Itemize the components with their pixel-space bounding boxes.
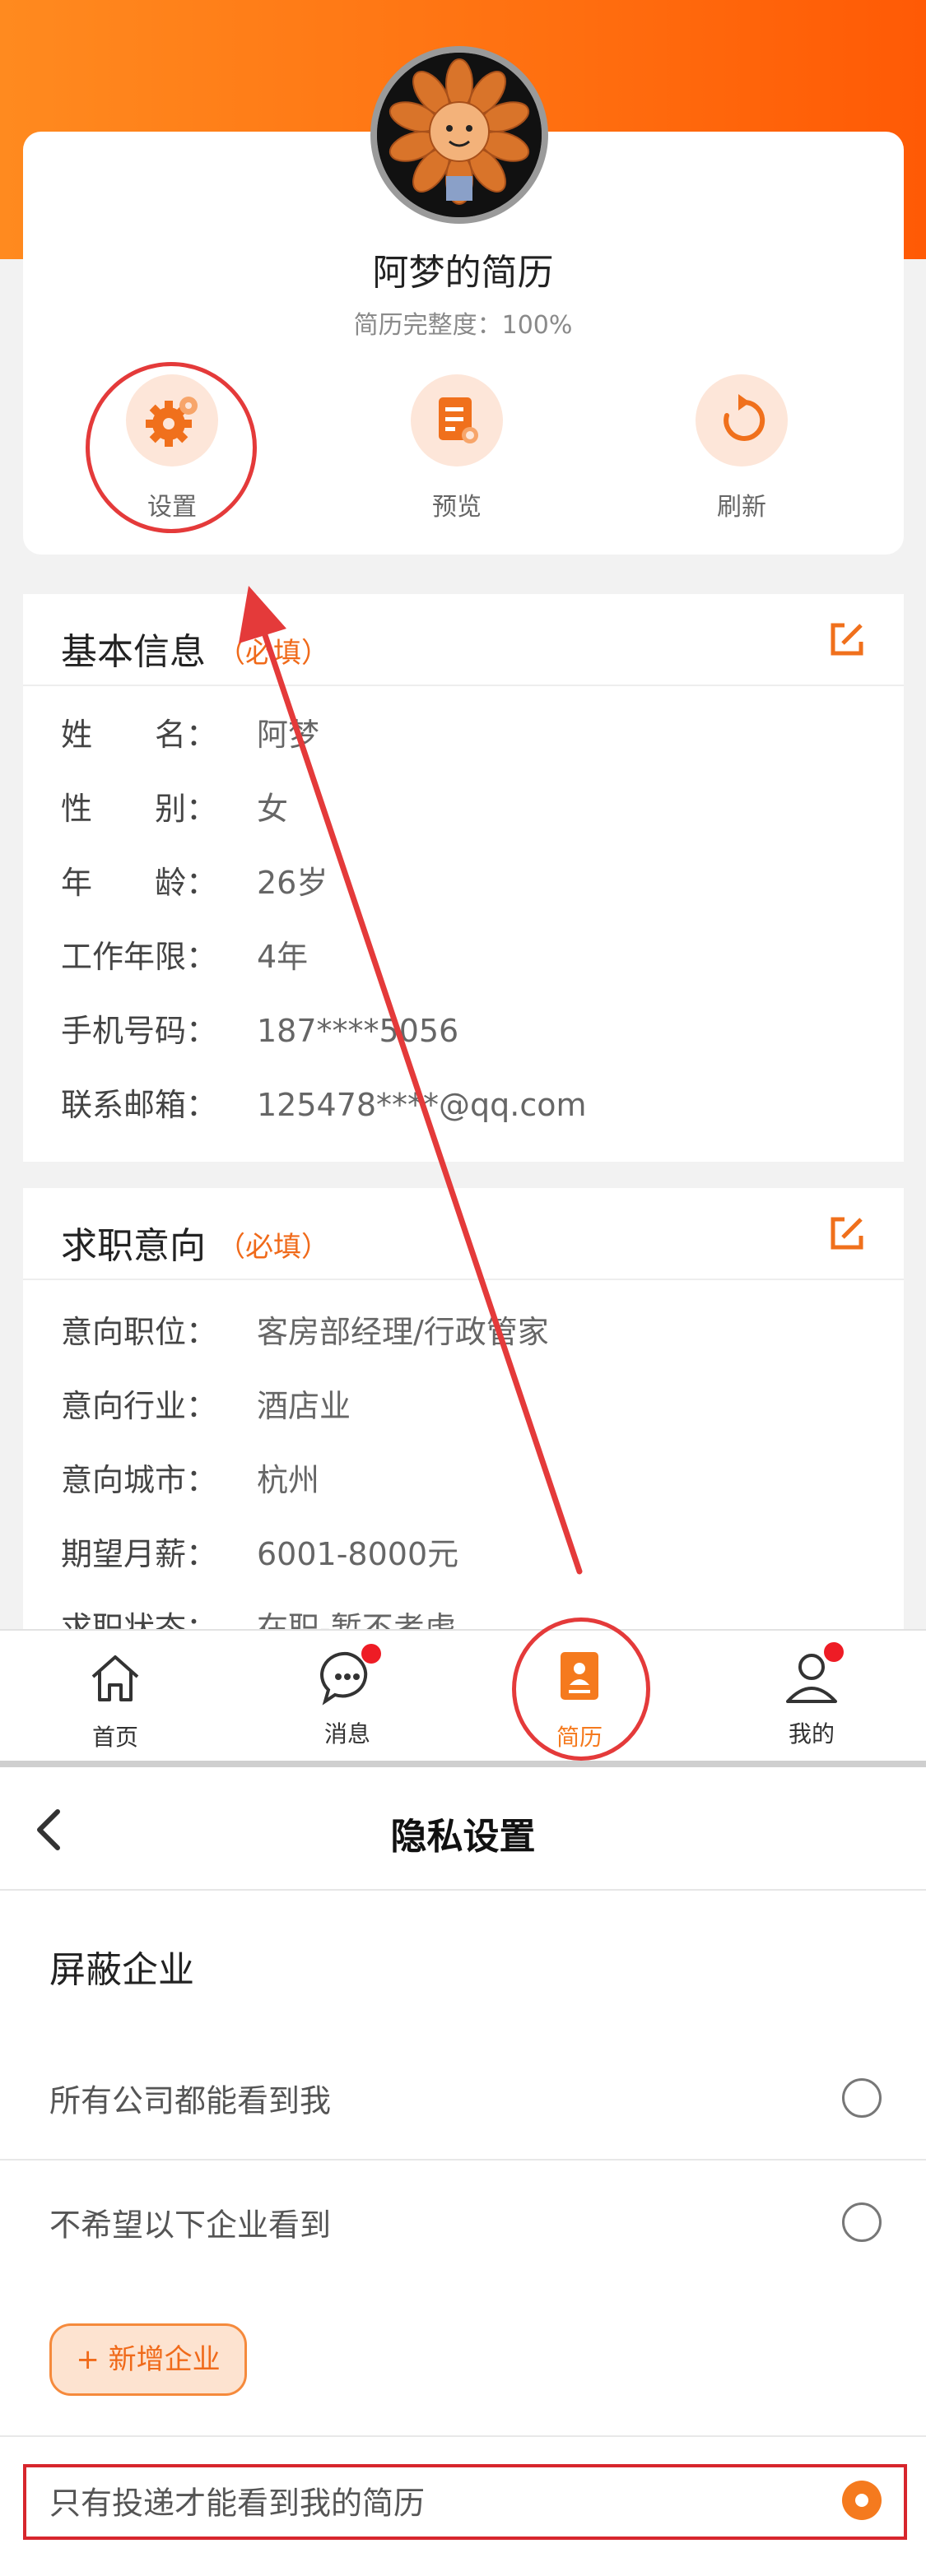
basic-info-section: 基本信息 （必填） 姓 名： 阿梦 性 别：女 年 龄： 26岁 工作年限： 4年 手… bbox=[23, 594, 904, 1162]
field-row: 意向城市： 杭州 bbox=[61, 1462, 320, 1498]
privacy-settings-screen: 隐私设置 屏蔽企业 所有公司都能看到我 不希望以下企业看到 + 新增企业 只有投… bbox=[0, 1767, 926, 2576]
section-title: 求职意向 bbox=[61, 1225, 206, 1267]
avatar[interactable] bbox=[370, 46, 548, 224]
job-intent-section: 求职意向 （必填） 意向职位： 客房部经理/行政管家 意向行业： 酒店业 意向城市：… bbox=[23, 1188, 904, 1646]
field-row: 姓 名： 阿梦 bbox=[61, 717, 320, 753]
required-tag: （必填） bbox=[217, 637, 329, 670]
divider bbox=[0, 2435, 926, 2437]
required-tag: （必填） bbox=[217, 1231, 329, 1264]
field-row: 手机号码： 187****5056 bbox=[61, 1013, 459, 1049]
tab-home[interactable]: 首页 bbox=[33, 1649, 198, 1752]
preview-label: 预览 bbox=[432, 493, 482, 522]
field-row: 年 龄： 26岁 bbox=[61, 865, 328, 901]
job-intent-header: 求职意向 （必填） bbox=[23, 1188, 904, 1280]
tab-label: 首页 bbox=[91, 1724, 138, 1751]
tab-label: 消息 bbox=[323, 1720, 370, 1748]
resume-completeness: 简历完整度：100% bbox=[353, 311, 573, 340]
tab-me[interactable]: 我的 bbox=[729, 1642, 894, 1749]
edit-icon[interactable] bbox=[826, 620, 866, 660]
unread-badge bbox=[361, 1644, 381, 1664]
option-label: 所有公司都能看到我 bbox=[49, 2082, 332, 2119]
block-companies-title: 屏蔽企业 bbox=[49, 1949, 194, 1991]
field-row: 期望月薪： 6001-8000元 bbox=[61, 1536, 459, 1572]
option-hide-from-companies[interactable]: 不希望以下企业看到 bbox=[0, 2161, 926, 2284]
field-row: 意向行业： 酒店业 bbox=[61, 1388, 351, 1424]
refresh-label: 刷新 bbox=[717, 493, 766, 522]
preview-button[interactable]: 预览 bbox=[387, 374, 527, 522]
edit-icon[interactable] bbox=[826, 1214, 866, 1254]
page-title: 隐私设置 bbox=[390, 1816, 536, 1858]
radio-button[interactable] bbox=[842, 2078, 882, 2118]
option-label: 不希望以下企业看到 bbox=[49, 2207, 332, 2244]
basic-info-header: 基本信息 （必填） bbox=[23, 594, 904, 686]
add-company-button[interactable]: + 新增企业 bbox=[49, 2323, 247, 2396]
highlight-circle-settings bbox=[86, 362, 257, 533]
home-icon bbox=[91, 1655, 139, 1701]
refresh-button[interactable]: 刷新 bbox=[672, 374, 812, 522]
option-visible-to-all[interactable]: 所有公司都能看到我 bbox=[0, 2036, 926, 2160]
field-row: 意向职位： 客房部经理/行政管家 bbox=[61, 1314, 549, 1350]
screen-divider bbox=[0, 1761, 926, 1767]
nav-bar: 隐私设置 bbox=[0, 1767, 926, 1891]
radio-button[interactable] bbox=[842, 2202, 882, 2242]
document-preview-icon bbox=[439, 397, 478, 443]
refresh-icon bbox=[724, 394, 765, 441]
field-row: 工作年限： 4年 bbox=[61, 939, 309, 975]
field-row: 联系邮箱： 125478****@qq.com bbox=[61, 1087, 587, 1123]
unread-badge bbox=[824, 1642, 844, 1662]
tab-label: 我的 bbox=[788, 1720, 835, 1748]
resume-title: 阿梦的简历 bbox=[372, 252, 554, 294]
field-row: 性 别：女 bbox=[61, 791, 289, 827]
bottom-tab-bar: 首页 消息 简历 我的 bbox=[0, 1629, 926, 1761]
section-title: 基本信息 bbox=[61, 631, 206, 673]
highlight-box-selected-option bbox=[23, 2464, 907, 2540]
resume-screen: 阿梦的简历 简历完整度：100% 设置 预览 刷新 基本信息 （必填） 姓 名：… bbox=[0, 0, 926, 1761]
tab-messages[interactable]: 消息 bbox=[265, 1644, 430, 1749]
highlight-circle-resume-tab bbox=[512, 1618, 650, 1761]
flower-avatar-icon bbox=[377, 53, 542, 217]
